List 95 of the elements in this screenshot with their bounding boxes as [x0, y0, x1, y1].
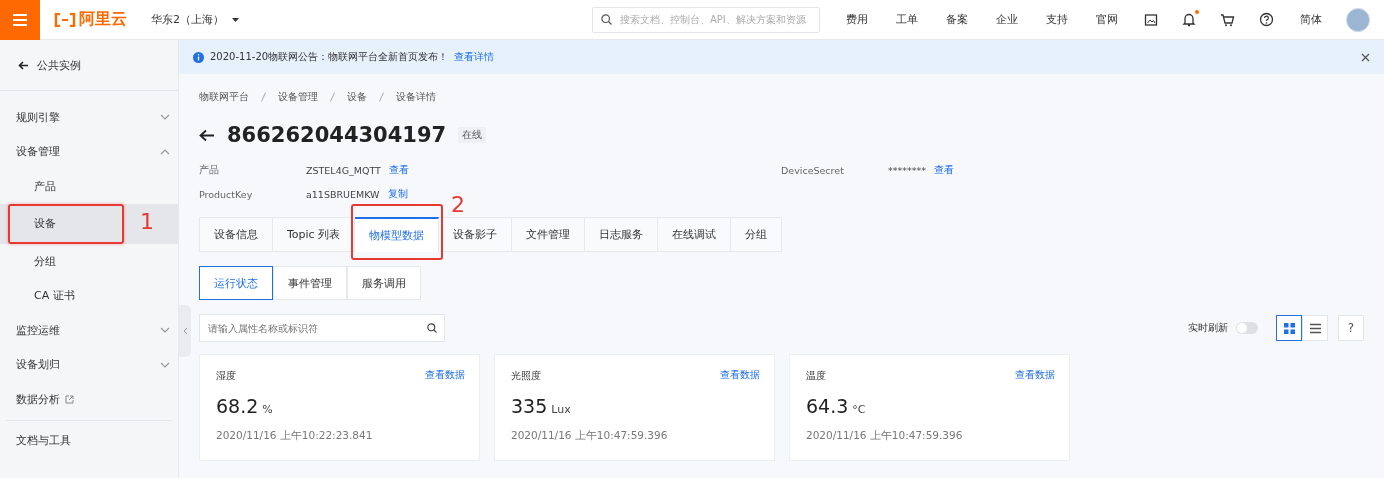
breadcrumb-item[interactable]: 设备管理 — [278, 90, 318, 104]
tab[interactable]: Topic 列表 — [273, 217, 356, 252]
nav-link[interactable]: 企业 — [996, 12, 1018, 27]
timestamp: 2020/11/16 上午10:47:59.396 — [806, 429, 964, 443]
help-button[interactable]: ? — [1338, 315, 1364, 341]
action-link[interactable]: 查看 — [934, 163, 954, 177]
nav-link[interactable]: 工单 — [896, 12, 918, 27]
property-name: 湿度 — [216, 369, 236, 383]
unit-label: °C — [852, 403, 866, 416]
chevron-icon — [160, 327, 170, 334]
caret-icon — [232, 17, 239, 22]
property-name: 温度 — [806, 369, 826, 383]
view-data-link[interactable]: 查看数据 — [425, 369, 465, 383]
toggle-switch[interactable] — [1236, 322, 1258, 334]
menu-button[interactable] — [0, 0, 40, 40]
nav-link[interactable]: 支持 — [1046, 12, 1068, 27]
tab[interactable]: 在线调试 — [658, 217, 732, 252]
tab[interactable]: 文件管理 — [512, 217, 586, 252]
view-data-link[interactable]: 查看数据 — [1015, 369, 1055, 383]
bell-icon[interactable] — [1182, 12, 1196, 27]
sidebar-item[interactable]: 分组 — [0, 243, 178, 279]
callout-number: 1 — [140, 208, 154, 235]
view-data-link[interactable]: 查看数据 — [720, 369, 760, 383]
breadcrumb-separator-icon — [330, 92, 335, 102]
region-selector[interactable]: 华东2（上海） — [151, 12, 224, 27]
status-tag: 在线 — [458, 127, 487, 143]
search-field[interactable]: 搜索文档、控制台、API、解决方案和资源 — [592, 6, 820, 33]
unit-label: Lux — [551, 403, 571, 416]
back-arrow-icon[interactable] — [199, 128, 215, 142]
tab[interactable]: 运行状态 — [199, 266, 273, 300]
language-menu[interactable]: 简体 — [1300, 12, 1322, 27]
search-icon — [601, 14, 612, 25]
nav-link[interactable]: 官网 — [1096, 12, 1118, 27]
property-value: 64.3 — [806, 395, 849, 417]
sidebar-item[interactable]: 监控运维 — [0, 312, 178, 348]
notice-text: 2020-11-20物联网公告：物联网平台全新首页发布！ — [210, 50, 449, 64]
back-arrow-icon[interactable] — [18, 60, 29, 70]
view-toggle-button[interactable] — [1276, 315, 1302, 341]
timestamp: 2020/11/16 上午10:47:59.396 — [511, 429, 669, 443]
tab[interactable]: 事件管理 — [273, 266, 347, 300]
callout-number: 2 — [451, 193, 465, 217]
menu-icon — [13, 13, 27, 26]
breadcrumb-item[interactable]: 设备详情 — [396, 90, 436, 104]
sidebar-item[interactable]: 设备划归 — [0, 347, 178, 383]
tab[interactable]: 服务调用 — [347, 266, 421, 300]
sidebar-item[interactable]: 设备 1 — [0, 203, 178, 244]
chevron-icon — [160, 114, 170, 121]
sidebar-item[interactable]: CA 证书 — [0, 278, 178, 313]
sidebar-item[interactable]: 设备管理 — [0, 134, 178, 170]
info-icon — [193, 51, 204, 63]
image-icon[interactable] — [1144, 12, 1158, 27]
field-label: DeviceSecret — [781, 164, 845, 176]
unit-label: % — [262, 403, 273, 416]
field-value: ZSTEL4G_MQTT — [306, 164, 381, 176]
back-link[interactable]: 公共实例 — [37, 57, 81, 73]
help-icon[interactable] — [1259, 12, 1274, 27]
action-link[interactable]: 查看 — [388, 163, 409, 177]
external-link-icon — [65, 394, 74, 404]
search-field[interactable]: 请输入属性名称或标识符 — [199, 314, 445, 342]
nav-link[interactable]: 费用 — [846, 12, 868, 27]
timestamp: 2020/11/16 上午10:22:23.841 — [216, 429, 374, 443]
breadcrumb-item[interactable]: 物联网平台 — [199, 90, 249, 104]
breadcrumb-separator-icon — [379, 92, 384, 102]
sidebar-item[interactable]: 产品 — [0, 169, 178, 204]
device-name: 866262044304197 — [227, 123, 447, 147]
collapse-handle[interactable] — [179, 305, 191, 357]
close-icon[interactable] — [1361, 52, 1370, 62]
property-name: 光照度 — [511, 369, 541, 383]
sidebar-item[interactable]: 数据分析 — [0, 382, 178, 417]
cart-icon[interactable] — [1220, 12, 1235, 27]
logo-icon — [54, 12, 76, 27]
field-value: ******** — [888, 164, 926, 176]
chevron-icon — [160, 148, 170, 155]
breadcrumb-item[interactable]: 设备 — [347, 90, 367, 104]
property-value: 335 — [511, 395, 548, 417]
tab[interactable]: 物模型数据 — [355, 217, 440, 252]
sidebar-item[interactable]: 文档与工具 — [16, 433, 71, 447]
action-link[interactable]: 复制 — [387, 187, 408, 201]
property-value: 68.2 — [216, 395, 259, 417]
field-label: ProductKey — [199, 188, 254, 200]
sidebar-item[interactable]: 规则引擎 — [0, 100, 178, 135]
field-label: 产品 — [199, 163, 220, 177]
details-link[interactable]: 查看详情 — [454, 50, 495, 64]
tab[interactable]: 分组 — [731, 217, 783, 252]
grid-view-icon — [1283, 322, 1295, 334]
tab[interactable]: 日志服务 — [585, 217, 659, 252]
chevron-icon — [160, 361, 170, 368]
nav-link[interactable]: 备案 — [946, 12, 968, 27]
tab[interactable]: 设备信息 — [199, 217, 273, 252]
field-value: a11SBRUEMKW — [306, 188, 380, 200]
search-icon — [427, 323, 437, 333]
auto-refresh-label: 实时刷新 — [1188, 321, 1228, 335]
list-view-icon — [1309, 322, 1321, 334]
breadcrumb-separator-icon — [261, 92, 266, 102]
tab[interactable]: 设备影子 — [439, 217, 513, 252]
